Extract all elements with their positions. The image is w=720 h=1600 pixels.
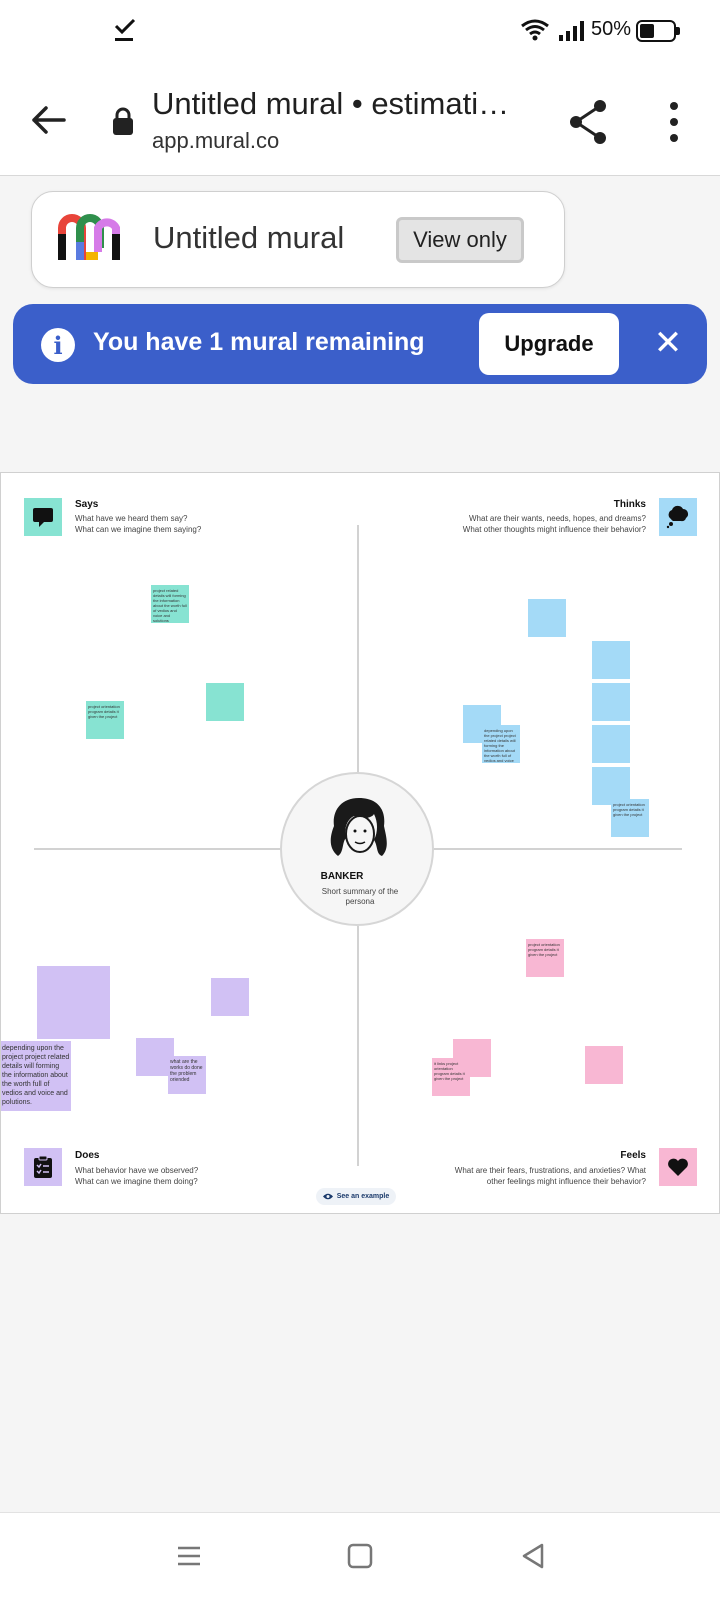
mural-title[interactable]: Untitled mural — [153, 220, 344, 256]
sticky-note[interactable] — [37, 966, 110, 1039]
sticky-note[interactable] — [528, 599, 566, 637]
sticky-note[interactable] — [592, 641, 630, 679]
sticky-text: project orientation program details it g… — [613, 802, 645, 817]
see-example-label: See an example — [336, 1193, 390, 1200]
eye-icon — [322, 1193, 333, 1200]
feels-line2: other feelings might influence their beh… — [486, 1177, 646, 1186]
sticky-note[interactable] — [592, 683, 630, 721]
lock-icon — [113, 107, 133, 135]
thinks-title: Thinks — [613, 499, 646, 510]
system-nav-bar — [0, 1512, 720, 1600]
sticky-text: project orientation program details it g… — [88, 704, 120, 719]
wifi-icon — [521, 19, 549, 41]
signal-icon — [559, 21, 584, 41]
battery-percent: 50% — [591, 18, 632, 40]
browser-toolbar: Untitled mural • estimati… app.mural.co — [0, 62, 720, 176]
heart-icon — [659, 1148, 697, 1186]
page-title[interactable]: Untitled mural • estimati… — [152, 86, 522, 122]
does-title: Does — [75, 1150, 100, 1161]
sticky-note[interactable]: project orientation program details it g… — [526, 939, 564, 977]
feels-title: Feels — [620, 1150, 646, 1161]
does-line1: What behavior have we observed? — [75, 1166, 199, 1175]
says-line1: What have we heard them say? — [75, 514, 188, 523]
info-icon: i — [41, 328, 75, 362]
clipboard-icon — [24, 1148, 62, 1186]
speech-bubble-icon — [24, 498, 62, 536]
status-bar: 50% — [0, 0, 720, 62]
sticky-note[interactable]: it links project orientation program det… — [432, 1058, 470, 1096]
sticky-text: depending upon the project project relat… — [484, 728, 516, 763]
horizontal-axis — [434, 848, 682, 850]
page-url[interactable]: app.mural.co — [152, 128, 279, 154]
sticky-note[interactable] — [211, 978, 249, 1016]
sticky-note[interactable] — [585, 1046, 623, 1084]
thought-cloud-icon — [659, 498, 697, 536]
sticky-note[interactable]: depending upon the project project relat… — [482, 725, 520, 763]
persona-avatar-icon — [330, 798, 387, 856]
does-line2: What can we imagine them doing? — [75, 1177, 198, 1186]
close-icon[interactable]: ✕ — [649, 324, 687, 362]
view-only-badge: View only — [396, 217, 524, 263]
persona-circle[interactable]: BANKER Short summary of the persona — [280, 772, 434, 926]
thinks-line1: What are their wants, needs, hopes, and … — [469, 514, 646, 523]
says-line2: What can we imagine them saying? — [75, 525, 202, 534]
sticky-note[interactable]: depending upon the project project relat… — [1, 1041, 71, 1111]
sticky-text: depending upon the project project relat… — [2, 1045, 70, 1106]
mural-logo — [58, 214, 120, 260]
sticky-text: project orientation program details it g… — [528, 942, 560, 957]
thinks-line2: What other thoughts might influence thei… — [462, 525, 646, 534]
share-icon[interactable] — [566, 98, 610, 146]
home-square-icon[interactable] — [345, 1541, 375, 1571]
mural-header-card: Untitled mural View only — [31, 191, 565, 288]
horizontal-axis — [34, 848, 280, 850]
more-vert-icon[interactable] — [660, 98, 688, 146]
feels-line1: What are their fears, frustrations, and … — [454, 1166, 646, 1175]
battery-icon — [636, 20, 680, 42]
back-triangle-icon[interactable] — [518, 1541, 548, 1571]
menu-icon[interactable] — [174, 1541, 204, 1571]
back-arrow-icon[interactable] — [26, 98, 70, 142]
persona-summary: Short summary of the persona — [321, 887, 399, 906]
see-example-button[interactable]: See an example — [316, 1188, 396, 1205]
sticky-note[interactable]: project orientation program details it g… — [611, 799, 649, 837]
sticky-note[interactable]: project related details will forming the… — [151, 585, 189, 623]
banner-message: You have 1 mural remaining — [93, 328, 425, 356]
sticky-note[interactable]: project orientation program details it g… — [86, 701, 124, 739]
persona-name: BANKER — [320, 871, 364, 882]
sticky-text: it links project orientation program det… — [434, 1061, 465, 1081]
empathy-map-board[interactable]: Says What have we heard them say? What c… — [0, 472, 720, 1214]
upgrade-button[interactable]: Upgrade — [479, 313, 619, 375]
sticky-note[interactable]: what are the works do done the problem o… — [168, 1056, 206, 1094]
remaining-murals-banner: i You have 1 mural remaining Upgrade ✕ — [13, 304, 707, 384]
download-check-icon — [114, 18, 136, 41]
sticky-note[interactable] — [206, 683, 244, 721]
sticky-text: what are the works do done the problem o… — [170, 1059, 203, 1083]
vertical-axis — [357, 525, 359, 773]
says-title: Says — [75, 499, 99, 510]
sticky-note[interactable] — [592, 725, 630, 763]
sticky-text: project related details will forming the… — [153, 588, 187, 623]
vertical-axis — [357, 926, 359, 1166]
